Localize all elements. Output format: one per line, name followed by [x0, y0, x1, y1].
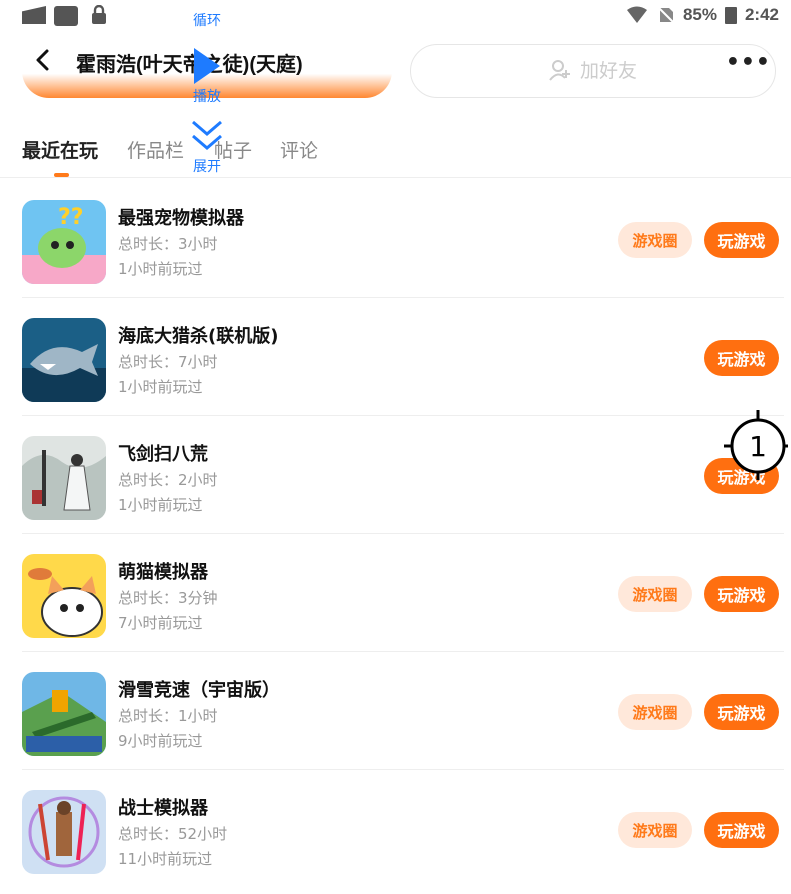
battery-icon: [724, 6, 737, 24]
play-label[interactable]: 播放: [190, 86, 224, 106]
list-item[interactable]: 滑雪竞速（宇宙版） 总时长：1小时 9小时前玩过 游戏圈 玩游戏: [22, 652, 784, 770]
notification-icon: [22, 6, 46, 24]
tab-works[interactable]: 作品栏: [127, 136, 184, 163]
game-thumbnail: [22, 436, 106, 520]
game-thumbnail: [22, 318, 106, 402]
game-last-played: 11小时前玩过: [118, 850, 213, 868]
battery-percent: 85%: [682, 5, 717, 24]
list-item[interactable]: 飞剑扫八荒 总时长：2小时 1小时前玩过 玩游戏: [22, 416, 784, 534]
game-name: 萌猫模拟器: [118, 562, 208, 583]
list-item[interactable]: 战士模拟器 总时长：52小时 11小时前玩过 游戏圈 玩游戏: [22, 770, 784, 888]
wifi-icon: [626, 6, 647, 23]
game-thumbnail: [22, 790, 106, 874]
list-item[interactable]: 海底大猎杀(联机版) 总时长：7小时 1小时前玩过 玩游戏: [22, 298, 784, 416]
game-last-played: 9小时前玩过: [118, 732, 203, 750]
tab-bar: 最近在玩 作品栏 帖子 评论: [0, 132, 791, 178]
game-duration: 总时长：3分钟: [118, 589, 218, 607]
play-game-button[interactable]: 玩游戏: [704, 812, 779, 848]
game-thumbnail: [22, 672, 106, 756]
play-game-button[interactable]: 玩游戏: [704, 340, 779, 376]
play-icon[interactable]: [190, 46, 224, 86]
app-notification-icon: [54, 6, 78, 26]
game-last-played: 1小时前玩过: [118, 496, 203, 514]
tap-label: 1: [749, 430, 767, 463]
game-circle-button[interactable]: 游戏圈: [618, 576, 692, 612]
tab-recent[interactable]: 最近在玩: [22, 136, 98, 163]
game-last-played: 1小时前玩过: [118, 378, 203, 396]
active-tab-indicator: [54, 173, 69, 177]
tap-crosshair-icon: 1: [724, 410, 788, 480]
play-game-button[interactable]: 玩游戏: [704, 576, 779, 612]
game-name: 战士模拟器: [118, 798, 208, 819]
game-last-played: 7小时前玩过: [118, 614, 203, 632]
loop-label[interactable]: 循环: [190, 10, 224, 30]
tab-comments[interactable]: 评论: [280, 136, 318, 163]
game-name: 海底大猎杀(联机版): [118, 326, 279, 347]
game-circle-button[interactable]: 游戏圈: [618, 694, 692, 730]
tab-posts[interactable]: 帖子: [214, 136, 252, 163]
game-name: 飞剑扫八荒: [118, 444, 208, 465]
game-duration: 总时长：52小时: [118, 825, 228, 843]
status-bar: 85% 2:42: [0, 0, 791, 30]
play-game-button[interactable]: 玩游戏: [704, 222, 779, 258]
game-last-played: 1小时前玩过: [118, 260, 203, 278]
game-duration: 总时长：3小时: [118, 235, 218, 253]
no-sim-icon: [657, 6, 675, 24]
svg-text:??: ??: [58, 205, 84, 230]
add-user-icon: [549, 59, 570, 81]
list-item[interactable]: ?? 最强宠物模拟器 总时长：3小时 1小时前玩过 游戏圈 玩游戏: [22, 180, 784, 298]
clock: 2:42: [744, 5, 779, 24]
list-item[interactable]: 萌猫模拟器 总时长：3分钟 7小时前玩过 游戏圈 玩游戏: [22, 534, 784, 652]
game-circle-button[interactable]: 游戏圈: [618, 222, 692, 258]
add-friend-button[interactable]: 加好友: [548, 56, 637, 83]
game-name: 滑雪竞速（宇宙版）: [118, 680, 280, 701]
more-menu-icon[interactable]: •••: [726, 50, 771, 75]
add-friend-label: 加好友: [580, 60, 638, 82]
game-duration: 总时长：2小时: [118, 471, 218, 489]
back-icon[interactable]: [30, 46, 56, 74]
game-thumbnail: [22, 554, 106, 638]
game-duration: 总时长：1小时: [118, 707, 218, 725]
play-game-button[interactable]: 玩游戏: [704, 694, 779, 730]
game-thumbnail: ??: [22, 200, 106, 284]
game-name: 最强宠物模拟器: [118, 208, 244, 229]
game-duration: 总时长：7小时: [118, 353, 218, 371]
lock-icon: [92, 5, 106, 24]
game-circle-button[interactable]: 游戏圈: [618, 812, 692, 848]
